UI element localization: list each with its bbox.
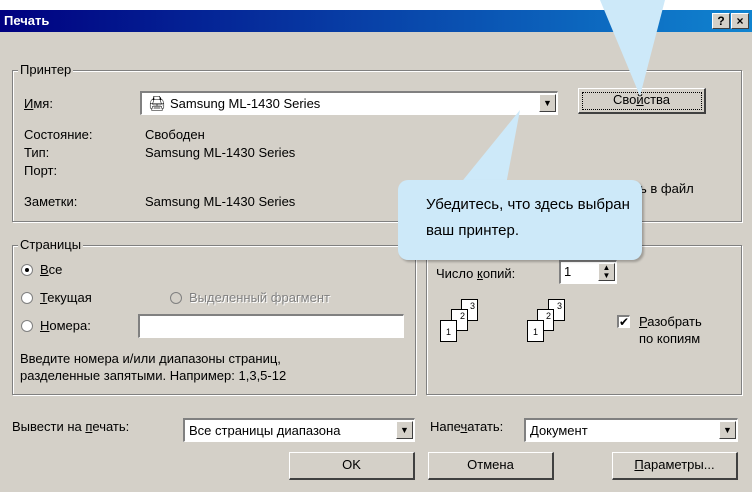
top-callout-pointer [600,0,665,96]
callout-pointer [455,110,520,190]
callout-bubble: Убедитесь, что здесь выбран ваш принтер. [398,180,642,260]
callout-line2: ваш принтер. [426,222,520,239]
callout-line1: Убедитесь, что здесь выбран [426,196,630,213]
